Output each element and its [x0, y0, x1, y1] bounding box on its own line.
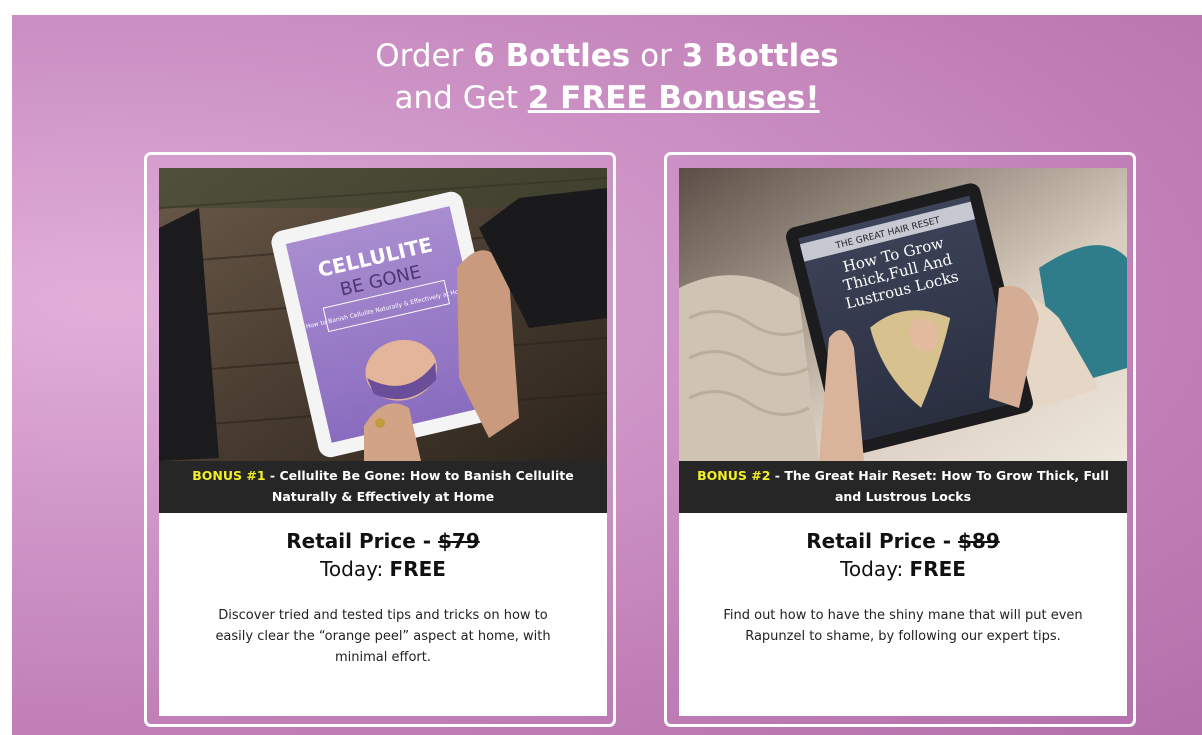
bonus-2-tag: BONUS #2 [697, 468, 771, 483]
bonus-2-caption: BONUS #2 - The Great Hair Reset: How To … [679, 461, 1127, 513]
bonus-card-1: CELLULITE BE GONE How to Banish Cellulit… [144, 152, 616, 727]
bonus-card-1-body: CELLULITE BE GONE How to Banish Cellulit… [159, 168, 607, 716]
bonus-card-2-body: THE GREAT HAIR RESET How To Grow Thick,F… [679, 168, 1127, 716]
bonus-1-description: Discover tried and tested tips and trick… [215, 608, 551, 665]
bonus-2-product-image: THE GREAT HAIR RESET How To Grow Thick,F… [679, 168, 1127, 461]
bonus-card-2: THE GREAT HAIR RESET How To Grow Thick,F… [664, 152, 1136, 727]
bonus-2-description: Find out how to have the shiny mane that… [723, 608, 1083, 644]
bonus-1-title: - Cellulite Be Gone: How to Banish Cellu… [265, 468, 574, 504]
headline-line-2: and Get 2 FREE Bonuses! [394, 80, 820, 116]
headline-line-1: Order 6 Bottles or 3 Bottles [375, 38, 839, 74]
bonus-1-caption: BONUS #1 - Cellulite Be Gone: How to Ban… [159, 461, 607, 513]
bonus-2-title: - The Great Hair Reset: How To Grow Thic… [770, 468, 1109, 504]
bonus-1-product-image: CELLULITE BE GONE How to Banish Cellulit… [159, 168, 607, 461]
bonus-1-tag: BONUS #1 [192, 468, 266, 483]
bonus-2-today-price: Today: FREE [840, 557, 966, 581]
bonus-1-original-price: $79 [437, 529, 480, 553]
bonus-section: Order 6 Bottles or 3 Bottles and Get 2 F… [12, 15, 1202, 735]
bonus-2-original-price: $89 [957, 529, 1000, 553]
bonus-1-today-price: Today: FREE [320, 557, 446, 581]
free-bonuses-highlight: 2 FREE Bonuses! [527, 80, 820, 116]
bonus-1-retail-price: Retail Price - $79 [286, 529, 480, 553]
bonus-2-retail-price: Retail Price - $89 [806, 529, 1000, 553]
section-headline: Order 6 Bottles or 3 Bottles and Get 2 F… [12, 35, 1202, 119]
